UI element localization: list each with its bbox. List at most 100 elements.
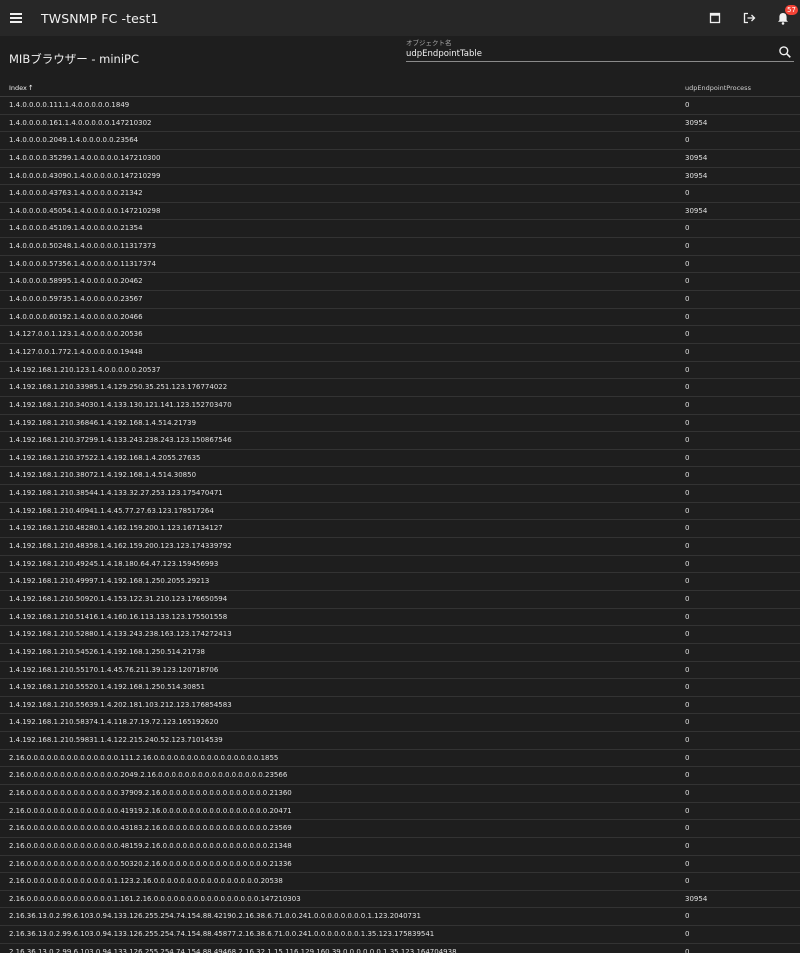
cell-udp-endpoint-process: 0 — [685, 259, 690, 268]
cell-udp-endpoint-process: 0 — [685, 771, 690, 780]
table-row[interactable]: 1.4.0.0.0.0.35299.1.4.0.0.0.0.0.14721030… — [0, 150, 800, 168]
logout-icon — [743, 12, 755, 24]
table-row[interactable]: 2.16.0.0.0.0.0.0.0.0.0.0.0.0.0.0.43183.2… — [0, 820, 800, 838]
table-row[interactable]: 1.4.0.0.0.0.111.1.4.0.0.0.0.0.1849 0 — [0, 97, 800, 115]
table-row[interactable]: 1.4.192.168.1.210.52880.1.4.133.243.238.… — [0, 626, 800, 644]
table-row[interactable]: 1.4.0.0.0.0.161.1.4.0.0.0.0.0.147210302 3… — [0, 115, 800, 133]
table-row[interactable]: 2.16.0.0.0.0.0.0.0.0.0.0.0.0.0.0.50320.2… — [0, 856, 800, 874]
search-icon[interactable] — [778, 45, 792, 59]
sort-ascending-icon: ↑ — [27, 84, 34, 92]
cell-index: 1.4.0.0.0.0.58995.1.4.0.0.0.0.0.20462 — [9, 277, 143, 286]
table-row[interactable]: 1.4.0.0.0.0.45109.1.4.0.0.0.0.0.21354 0 — [0, 220, 800, 239]
table-row[interactable]: 2.16.0.0.0.0.0.0.0.0.0.0.0.0.0.0.48159.2… — [0, 838, 800, 856]
cell-index: 1.4.192.168.1.210.48358.1.4.162.159.200.… — [9, 542, 232, 551]
column-header-udp-endpoint-process[interactable]: udpEndpointProcess — [685, 84, 751, 92]
cell-index: 1.4.0.0.0.0.45054.1.4.0.0.0.0.0.14721029… — [9, 206, 161, 215]
cell-udp-endpoint-process: 0 — [685, 242, 690, 251]
table-row[interactable]: 1.4.192.168.1.210.36846.1.4.192.168.1.4.… — [0, 415, 800, 433]
cell-udp-endpoint-process: 0 — [685, 947, 690, 953]
table-row[interactable]: 1.4.192.168.1.210.49245.1.4.18.180.64.47… — [0, 556, 800, 574]
window-button[interactable] — [698, 0, 732, 36]
table-row[interactable]: 1.4.0.0.0.0.45054.1.4.0.0.0.0.0.14721029… — [0, 203, 800, 221]
cell-index: 1.4.192.168.1.210.58374.1.4.118.27.19.72… — [9, 718, 219, 727]
table-row[interactable]: 2.16.0.0.0.0.0.0.0.0.0.0.0.0.0.0.37909.2… — [0, 785, 800, 803]
table-row[interactable]: 2.16.0.0.0.0.0.0.0.0.0.0.0.0.0.0.2049.2.… — [0, 767, 800, 785]
table-row[interactable]: 2.16.0.0.0.0.0.0.0.0.0.0.0.0.0.0.41919.2… — [0, 803, 800, 821]
cell-udp-endpoint-process: 0 — [685, 930, 690, 939]
mib-table: Index↑ udpEndpointProcess 1.4.0.0.0.0.11… — [0, 80, 800, 953]
table-row[interactable]: 1.4.192.168.1.210.38544.1.4.133.32.27.25… — [0, 485, 800, 503]
table-row[interactable]: 2.16.36.13.0.2.99.6.103.0.94.133.126.255… — [0, 908, 800, 927]
cell-udp-endpoint-process: 0 — [685, 224, 690, 233]
cell-udp-endpoint-process: 0 — [685, 471, 690, 480]
logout-button[interactable] — [732, 0, 766, 36]
cell-udp-endpoint-process: 30954 — [685, 206, 708, 215]
cell-udp-endpoint-process: 0 — [685, 559, 690, 568]
table-row[interactable]: 1.4.192.168.1.210.51416.1.4.160.16.113.1… — [0, 609, 800, 627]
cell-index: 1.4.192.168.1.210.52880.1.4.133.243.238.… — [9, 630, 232, 639]
table-row[interactable]: 1.4.127.0.0.1.772.1.4.0.0.0.0.0.19448 0 — [0, 344, 800, 362]
cell-index: 1.4.127.0.0.1.123.1.4.0.0.0.0.0.20536 — [9, 330, 143, 339]
cell-index: 2.16.0.0.0.0.0.0.0.0.0.0.0.0.0.0.48159.2… — [9, 841, 292, 850]
table-row[interactable]: 1.4.192.168.1.210.54526.1.4.192.168.1.25… — [0, 644, 800, 662]
table-row[interactable]: 1.4.0.0.0.0.58995.1.4.0.0.0.0.0.20462 0 — [0, 273, 800, 292]
table-row[interactable]: 1.4.192.168.1.210.48280.1.4.162.159.200.… — [0, 520, 800, 539]
table-row[interactable]: 1.4.0.0.0.0.60192.1.4.0.0.0.0.0.20466 0 — [0, 309, 800, 327]
table-row[interactable]: 1.4.192.168.1.210.33985.1.4.129.250.35.2… — [0, 379, 800, 397]
table-row[interactable]: 1.4.0.0.0.0.43763.1.4.0.0.0.0.0.21342 0 — [0, 185, 800, 203]
table-header: Index↑ udpEndpointProcess — [0, 80, 800, 97]
cell-udp-endpoint-process: 30954 — [685, 118, 708, 127]
cell-udp-endpoint-process: 0 — [685, 700, 690, 709]
table-row[interactable]: 1.4.192.168.1.210.123.1.4.0.0.0.0.0.2053… — [0, 362, 800, 380]
table-row[interactable]: 1.4.192.168.1.210.59831.1.4.122.215.240.… — [0, 732, 800, 750]
cell-udp-endpoint-process: 30954 — [685, 894, 708, 903]
table-row[interactable]: 2.16.36.13.0.2.99.6.103.0.94.133.126.255… — [0, 944, 800, 953]
table-row[interactable]: 1.4.192.168.1.210.38072.1.4.192.168.1.4.… — [0, 467, 800, 486]
cell-index: 1.4.0.0.0.0.161.1.4.0.0.0.0.0.147210302 — [9, 118, 152, 127]
table-row[interactable]: 1.4.192.168.1.210.55639.1.4.202.181.103.… — [0, 697, 800, 715]
cell-index: 1.4.0.0.0.0.45109.1.4.0.0.0.0.0.21354 — [9, 224, 143, 233]
cell-index: 1.4.192.168.1.210.55639.1.4.202.181.103.… — [9, 700, 232, 709]
column-header-index[interactable]: Index↑ — [9, 84, 34, 92]
table-row[interactable]: 1.4.192.168.1.210.55170.1.4.45.76.211.39… — [0, 662, 800, 680]
table-row[interactable]: 1.4.0.0.0.0.50248.1.4.0.0.0.0.0.11317373… — [0, 238, 800, 256]
cell-index: 1.4.192.168.1.210.55170.1.4.45.76.211.39… — [9, 665, 219, 674]
cell-index: 2.16.36.13.0.2.99.6.103.0.94.133.126.255… — [9, 947, 457, 953]
notifications-button[interactable]: 57 — [766, 0, 800, 36]
cell-index: 1.4.0.0.0.0.43090.1.4.0.0.0.0.0.14721029… — [9, 171, 161, 180]
page-header: MIBブラウザー - miniPC オブジェクト名 — [0, 36, 800, 82]
object-name-input[interactable] — [406, 47, 776, 61]
table-row[interactable]: 1.4.192.168.1.210.48358.1.4.162.159.200.… — [0, 538, 800, 556]
cell-udp-endpoint-process: 0 — [685, 736, 690, 745]
cell-index: 2.16.0.0.0.0.0.0.0.0.0.0.0.0.0.0.37909.2… — [9, 788, 292, 797]
table-row[interactable]: 1.4.192.168.1.210.37522.1.4.192.168.1.4.… — [0, 450, 800, 468]
cell-udp-endpoint-process: 0 — [685, 594, 690, 603]
input-underline — [406, 61, 794, 62]
table-row[interactable]: 1.4.192.168.1.210.37299.1.4.133.243.238.… — [0, 432, 800, 450]
table-row[interactable]: 1.4.192.168.1.210.55520.1.4.192.168.1.25… — [0, 679, 800, 697]
table-row[interactable]: 1.4.192.168.1.210.40941.1.4.45.77.27.63.… — [0, 503, 800, 521]
cell-udp-endpoint-process: 0 — [685, 683, 690, 692]
table-row[interactable]: 1.4.192.168.1.210.49997.1.4.192.168.1.25… — [0, 573, 800, 591]
table-row[interactable]: 1.4.0.0.0.0.59735.1.4.0.0.0.0.0.23567 0 — [0, 291, 800, 309]
table-row[interactable]: 1.4.0.0.0.0.57356.1.4.0.0.0.0.0.11317374… — [0, 256, 800, 274]
cell-udp-endpoint-process: 0 — [685, 400, 690, 409]
table-row[interactable]: 1.4.0.0.0.0.43090.1.4.0.0.0.0.0.14721029… — [0, 168, 800, 186]
cell-index: 1.4.0.0.0.0.50248.1.4.0.0.0.0.0.11317373 — [9, 242, 156, 251]
cell-udp-endpoint-process: 0 — [685, 524, 690, 533]
table-row[interactable]: 1.4.192.168.1.210.34030.1.4.133.130.121.… — [0, 397, 800, 415]
cell-udp-endpoint-process: 0 — [685, 506, 690, 515]
cell-udp-endpoint-process: 0 — [685, 788, 690, 797]
table-row[interactable]: 2.16.0.0.0.0.0.0.0.0.0.0.0.0.0.0.111.2.1… — [0, 750, 800, 768]
table-row[interactable]: 1.4.127.0.0.1.123.1.4.0.0.0.0.0.20536 0 — [0, 326, 800, 344]
table-row[interactable]: 1.4.0.0.0.0.2049.1.4.0.0.0.0.0.23564 0 — [0, 132, 800, 150]
table-row[interactable]: 2.16.36.13.0.2.99.6.103.0.94.133.126.255… — [0, 926, 800, 944]
menu-button[interactable] — [1, 0, 31, 36]
cell-index: 1.4.192.168.1.210.48280.1.4.162.159.200.… — [9, 524, 223, 533]
table-row[interactable]: 1.4.192.168.1.210.58374.1.4.118.27.19.72… — [0, 714, 800, 733]
table-row[interactable]: 1.4.192.168.1.210.50920.1.4.153.122.31.2… — [0, 591, 800, 609]
table-row[interactable]: 2.16.0.0.0.0.0.0.0.0.0.0.0.0.0.1.123.2.1… — [0, 873, 800, 891]
table-row[interactable]: 2.16.0.0.0.0.0.0.0.0.0.0.0.0.0.1.161.2.1… — [0, 891, 800, 909]
cell-index: 2.16.0.0.0.0.0.0.0.0.0.0.0.0.0.0.50320.2… — [9, 859, 292, 868]
cell-udp-endpoint-process: 0 — [685, 841, 690, 850]
